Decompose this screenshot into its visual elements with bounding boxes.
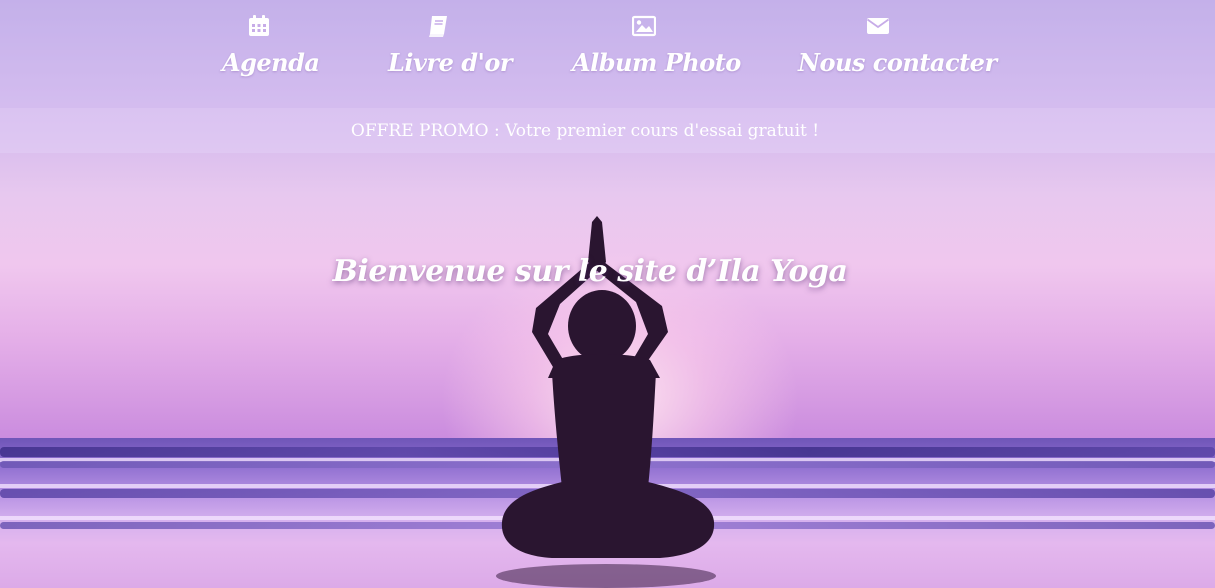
nav-livre-dor-label: Livre d'or	[388, 48, 513, 77]
nav-agenda-label: Agenda	[222, 48, 320, 77]
book-icon	[426, 14, 450, 38]
envelope-icon	[866, 14, 890, 38]
nav-album-photo-link[interactable]: Album Photo	[572, 14, 741, 77]
main-navigation: Agenda Livre d'or Album Photo Nous conta…	[0, 0, 1215, 108]
hero-title: Bienvenue sur le site d’Ila Yoga	[332, 254, 848, 290]
nav-livre-dor-link[interactable]: Livre d'or	[388, 14, 513, 77]
promo-banner: OFFRE PROMO : Votre premier cours d'essa…	[0, 108, 1215, 153]
nav-agenda-link[interactable]: Agenda	[222, 14, 320, 77]
nav-album-photo-label: Album Photo	[572, 48, 741, 77]
nav-contact-link[interactable]: Nous contacter	[798, 14, 997, 77]
promo-text: OFFRE PROMO : Votre premier cours d'essa…	[350, 121, 820, 141]
image-icon	[631, 14, 657, 38]
nav-contact-label: Nous contacter	[798, 48, 997, 77]
calendar-icon	[247, 14, 271, 38]
